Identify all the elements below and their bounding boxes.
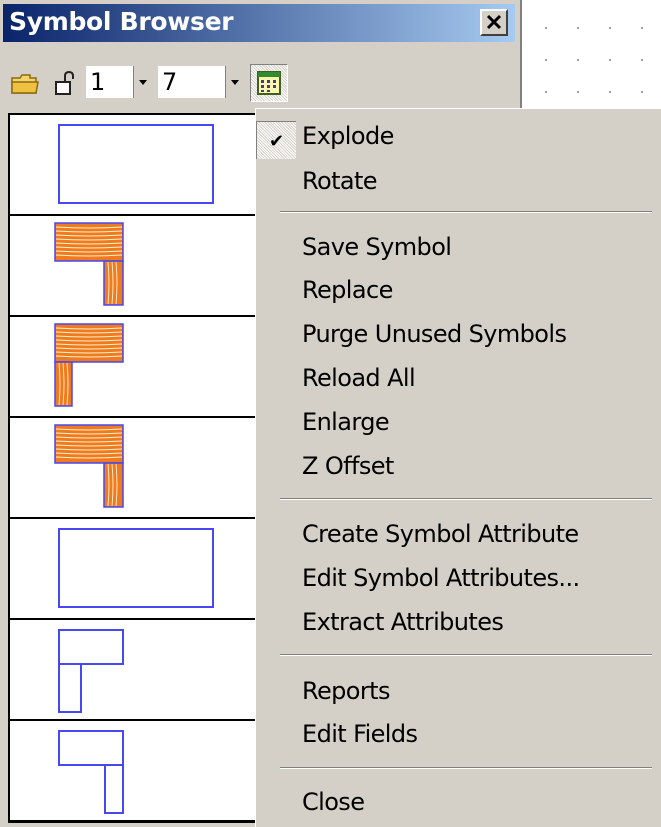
menu-separator [280,767,652,769]
symbol-thumbnail[interactable] [10,721,256,821]
close-icon [486,14,502,30]
menu-separator [280,211,652,213]
menu-item-save-symbol[interactable]: Save Symbol [302,231,452,263]
drawing-canvas[interactable] [520,0,661,110]
symbol-preview-rect-outline [58,528,214,608]
menu-item-rotate[interactable]: Rotate [302,165,378,197]
chevron-down-icon[interactable] [133,66,152,98]
checkmark-icon: ✔ [269,131,285,152]
symbol-thumbnail[interactable] [10,317,256,418]
explode-check-box: ✔ [256,121,296,159]
symbol-list[interactable] [8,113,258,823]
menu-item-purge-unused-symbols[interactable]: Purge Unused Symbols [302,318,567,350]
symbol-thumbnail[interactable] [10,519,256,620]
spinner-2-value: 7 [162,68,178,96]
spinner-1-value: 1 [90,68,106,96]
folder-icon[interactable] [10,72,40,96]
symbol-thumbnail[interactable] [10,418,256,519]
window-title: Symbol Browser [9,7,234,36]
page-spinner-2[interactable]: 7 [158,66,244,98]
view-toggle-button[interactable] [250,64,288,102]
page-spinner-1[interactable]: 1 [86,66,152,98]
close-button[interactable] [480,9,508,36]
menu-item-edit-fields[interactable]: Edit Fields [302,718,418,750]
title-bar[interactable]: Symbol Browser [3,4,515,42]
menu-item-reports[interactable]: Reports [302,675,390,707]
symbol-preview-rect-outline [58,124,214,204]
chevron-down-icon[interactable] [225,66,244,98]
symbol-preview-outline-L-right [58,730,124,814]
calendar-icon [257,71,281,95]
menu-item-edit-symbol-attributes[interactable]: Edit Symbol Attributes... [302,562,580,594]
menu-item-z-offset[interactable]: Z Offset [302,450,394,482]
symbol-preview-wood-L-right [54,424,124,508]
toolbar: 1 7 [0,60,520,110]
menu-separator [280,654,652,656]
lock-icon[interactable] [53,70,79,98]
symbol-thumbnail[interactable] [10,620,256,721]
symbol-preview-wood-L-right [54,222,124,306]
menu-item-enlarge[interactable]: Enlarge [302,406,390,438]
menu-separator [280,498,652,500]
symbol-preview-wood-L-left [54,323,124,407]
menu-item-extract-attributes[interactable]: Extract Attributes [302,606,504,638]
menu-item-reload-all[interactable]: Reload All [302,362,416,394]
symbol-thumbnail[interactable] [10,216,256,317]
menu-item-replace[interactable]: Replace [302,274,393,306]
menu-item-create-symbol-attribute[interactable]: Create Symbol Attribute [302,518,579,550]
menu-item-close[interactable]: Close [302,786,365,818]
symbol-thumbnail[interactable] [10,115,256,216]
menu-item-explode[interactable]: Explode [302,120,394,152]
symbol-preview-outline-L-left [58,629,124,713]
context-menu: ✔ Explode Rotate Save Symbol Replace Pur… [255,108,661,827]
